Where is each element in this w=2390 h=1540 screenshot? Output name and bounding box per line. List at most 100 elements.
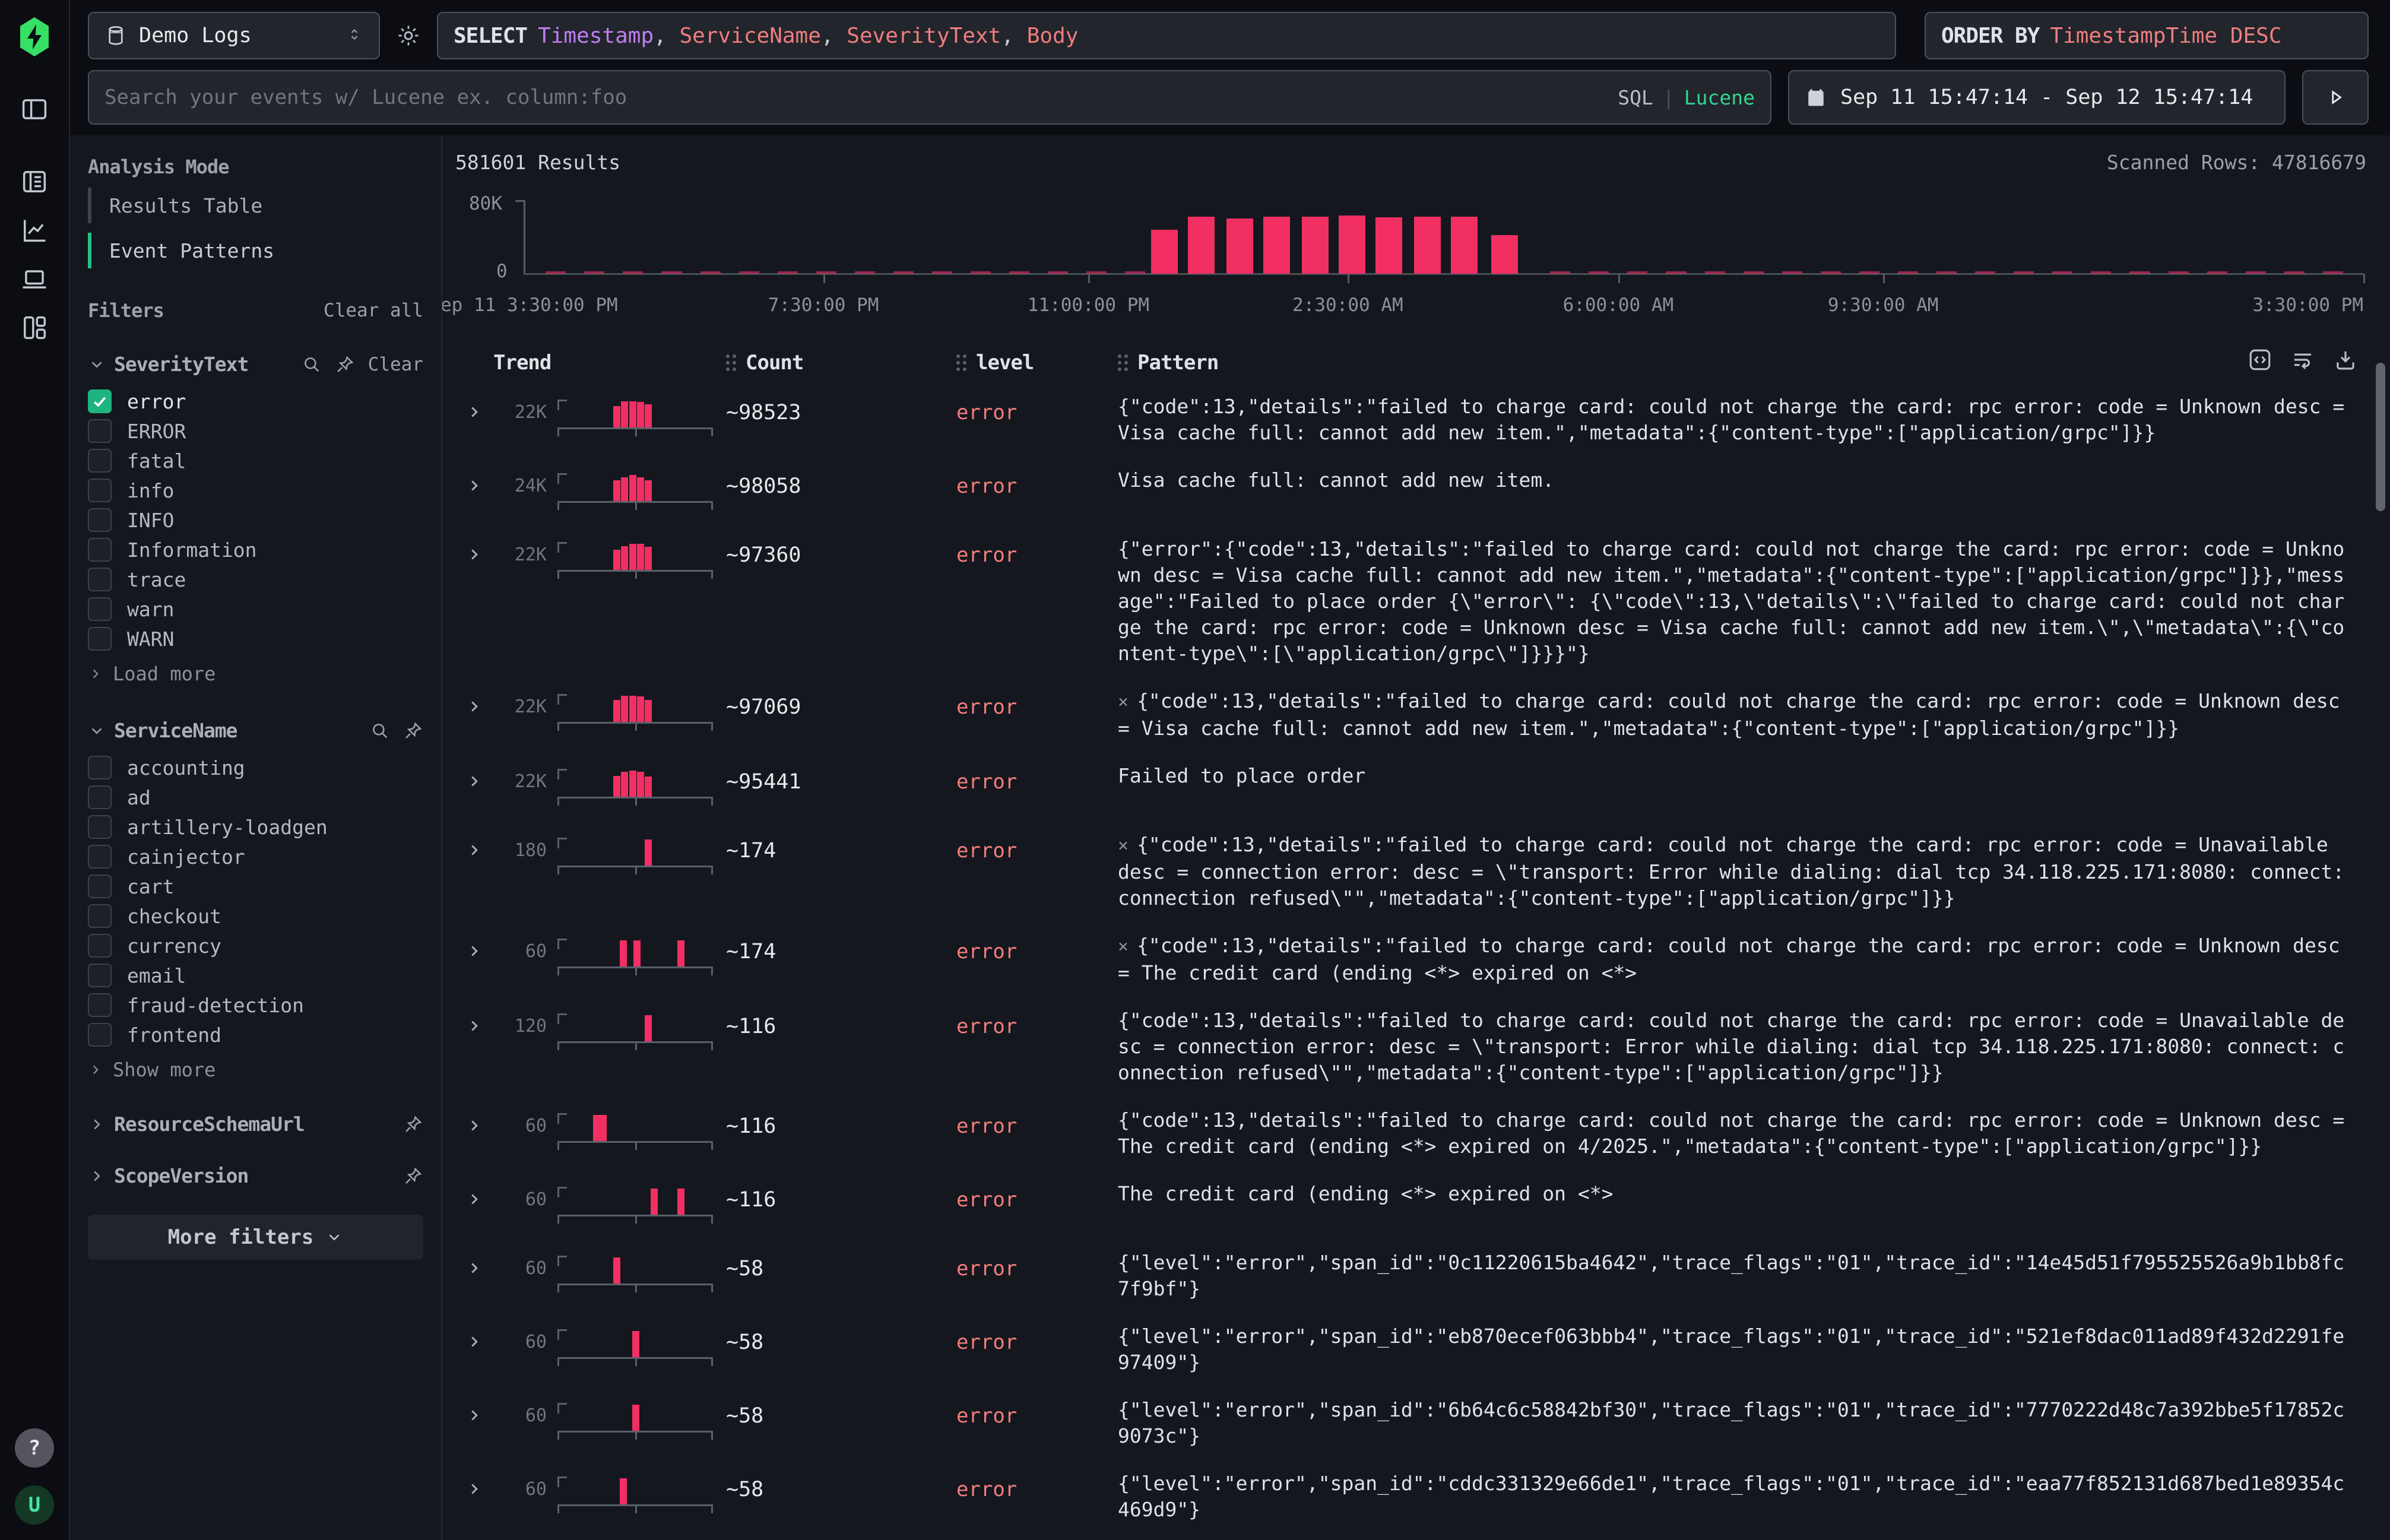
load-more-button[interactable]: Load more [88,660,423,688]
checkbox[interactable] [88,785,112,809]
checkbox[interactable] [88,874,112,898]
mode-results-table[interactable]: Results Table [88,188,423,223]
table-row[interactable]: 60~58error{"level":"error","span_id":"6b… [455,1386,2357,1460]
header-pattern[interactable]: Pattern [1118,351,2357,375]
expand-row-chevron[interactable] [455,1250,493,1277]
filter-option-ad[interactable]: ad [88,782,423,812]
checkbox[interactable] [88,449,112,473]
sessions-icon[interactable] [17,261,52,297]
checkbox[interactable] [88,964,112,987]
help-button[interactable]: ? [15,1428,54,1468]
mode-sql-button[interactable]: SQL [1618,86,1653,109]
expand-row-chevron[interactable] [455,536,493,563]
header-count[interactable]: Count [726,351,956,375]
checkbox[interactable] [88,538,112,562]
checkbox[interactable] [88,568,112,591]
table-row[interactable]: 60~58error{"level":"error","span_id":"cd… [455,1460,2357,1533]
group-resourceschemaurl-header[interactable]: ResourceSchemaUrl [88,1113,423,1136]
group-scopeversion-header[interactable]: ScopeVersion [88,1164,423,1187]
table-row[interactable]: 60~58error{"level":"error","span_id":"0c… [455,1239,2357,1313]
table-row[interactable]: 24K~98058errorVisa cache full: cannot ad… [455,457,2357,525]
header-level[interactable]: level [956,351,1118,375]
search-icon[interactable] [370,721,390,741]
scrollbar-thumb[interactable] [2376,363,2385,511]
time-range-picker[interactable]: Sep 11 15:47:14 - Sep 12 15:47:14 [1788,70,2286,125]
filter-option-fatal[interactable]: fatal [88,446,423,476]
filter-option-warn[interactable]: warn [88,594,423,624]
table-row[interactable]: 22K~97360error{"error":{"code":13,"detai… [455,525,2357,677]
expand-row-chevron[interactable] [455,688,493,715]
search-logs-icon[interactable] [17,164,52,199]
expand-row-chevron[interactable] [455,467,493,495]
avatar[interactable]: U [15,1485,54,1525]
more-filters-button[interactable]: More filters [88,1215,423,1260]
group-severitytext-header[interactable]: SeverityText Clear [88,353,423,376]
checkbox[interactable] [88,627,112,651]
expand-row-chevron[interactable] [455,1397,493,1424]
checkbox[interactable] [88,756,112,779]
pin-icon[interactable] [403,1166,423,1186]
expand-row-chevron[interactable] [455,1007,493,1035]
table-row[interactable]: 120~116error{"code":13,"details":"failed… [455,997,2357,1097]
filter-option-accounting[interactable]: accounting [88,753,423,782]
filter-option-currency[interactable]: currency [88,931,423,961]
drag-handle-icon[interactable] [956,354,966,371]
show-more-button[interactable]: Show more [88,1056,423,1084]
table-row[interactable]: 60~58error{"level":"error","span_id":"eb… [455,1313,2357,1386]
checkbox[interactable] [88,1023,112,1047]
table-row[interactable]: 180~174error×{"code":13,"details":"faile… [455,821,2357,922]
table-row[interactable]: 60~58error{"level":"error","span_id":"33… [455,1533,2357,1540]
download-icon[interactable] [2333,347,2358,372]
search-input[interactable]: Search your events w/ Lucene ex. column:… [88,70,1771,125]
dashboards-icon[interactable] [17,310,52,346]
checkbox[interactable] [88,815,112,839]
filter-option-error[interactable]: error [88,386,423,416]
source-settings-button[interactable] [394,23,423,48]
checkbox[interactable] [88,508,112,532]
code-icon[interactable] [2248,347,2272,372]
filter-option-trace[interactable]: trace [88,565,423,594]
wrap-text-icon[interactable] [2290,347,2315,372]
checkbox[interactable] [88,479,112,502]
table-row[interactable]: 22K~98523error{"code":13,"details":"fail… [455,383,2357,457]
filter-option-INFO[interactable]: INFO [88,505,423,535]
app-logo-icon[interactable] [13,15,56,58]
checkbox[interactable] [88,845,112,869]
clear-all-button[interactable]: Clear all [324,300,423,321]
checkbox[interactable] [88,389,112,413]
filter-option-artillery-loadgen[interactable]: artillery-loadgen [88,812,423,842]
select-query-input[interactable]: SELECT Timestamp, ServiceName, SeverityT… [437,12,1896,59]
checkbox[interactable] [88,904,112,928]
source-select[interactable]: Demo Logs [88,12,380,59]
filter-option-Information[interactable]: Information [88,535,423,565]
expand-row-chevron[interactable] [455,933,493,960]
pin-icon[interactable] [403,721,423,741]
orderby-input[interactable]: ORDER BY TimestampTime DESC [1925,12,2369,59]
mode-event-patterns[interactable]: Event Patterns [88,233,423,268]
search-icon[interactable] [302,354,322,375]
drag-handle-icon[interactable] [726,354,736,371]
filter-option-fraud-detection[interactable]: fraud-detection [88,990,423,1020]
expand-row-chevron[interactable] [455,1471,493,1498]
filter-option-WARN[interactable]: WARN [88,624,423,654]
group-servicename-header[interactable]: ServiceName [88,719,423,742]
filter-option-cainjector[interactable]: cainjector [88,842,423,872]
filter-option-email[interactable]: email [88,961,423,990]
checkbox[interactable] [88,419,112,443]
checkbox[interactable] [88,597,112,621]
header-trend[interactable]: Trend [493,351,726,375]
pin-icon[interactable] [403,1114,423,1135]
pin-icon[interactable] [335,354,355,375]
filter-option-info[interactable]: info [88,476,423,505]
expand-row-chevron[interactable] [455,1181,493,1208]
mode-lucene-button[interactable]: Lucene [1684,86,1755,109]
chart-explorer-icon[interactable] [17,213,52,248]
expand-row-chevron[interactable] [455,1323,493,1351]
filter-option-ERROR[interactable]: ERROR [88,416,423,446]
table-row[interactable]: 22K~95441errorFailed to place order [455,752,2357,821]
table-row[interactable]: 22K~97069error×{"code":13,"details":"fai… [455,677,2357,752]
expand-row-chevron[interactable] [455,763,493,790]
run-query-button[interactable] [2302,70,2369,125]
clear-severity-button[interactable]: Clear [368,354,423,375]
drag-handle-icon[interactable] [1118,354,1128,371]
